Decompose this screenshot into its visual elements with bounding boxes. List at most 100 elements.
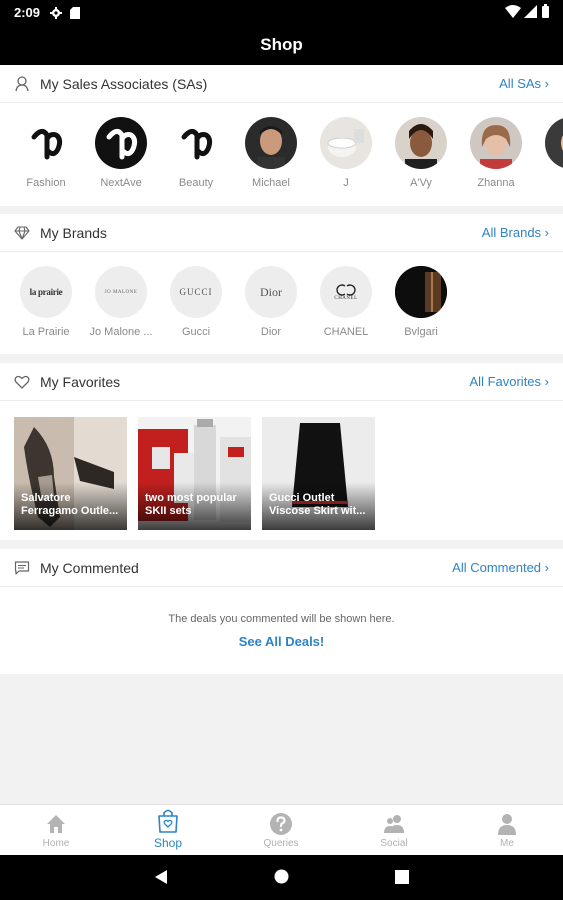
sa-name: Beauty — [178, 177, 214, 189]
brand-logo: CHANEL — [320, 266, 372, 318]
tab-home[interactable]: Home — [0, 805, 112, 856]
brands-section: My Brands All Brands › la prairie La Pra… — [0, 214, 563, 354]
tab-me[interactable]: Me — [451, 805, 563, 856]
brand-logo-text: la prairie — [29, 287, 63, 297]
avatar — [170, 117, 222, 169]
brand-item-jo-malone[interactable]: JO MALONE Jo Malone ... — [83, 266, 159, 338]
brand-logo — [395, 266, 447, 318]
brand-item-chanel[interactable]: CHANEL CHANEL — [308, 266, 384, 338]
avatar — [470, 117, 522, 169]
status-time: 2:09 — [14, 5, 41, 20]
favorites-title: My Favorites — [40, 374, 121, 390]
brand-logo-text: CHANEL — [334, 295, 358, 301]
question-icon — [269, 812, 293, 836]
sa-name: A'Vy — [410, 177, 432, 189]
sa-name: Fashion — [26, 177, 66, 189]
tab-shop[interactable]: Shop — [112, 805, 224, 856]
favorite-title: Salvatore Ferragamo Outle... — [21, 492, 119, 517]
favorite-card[interactable]: Gucci Outlet Viscose Skirt wit... — [262, 417, 375, 530]
tab-social[interactable]: Social — [338, 805, 450, 856]
avatar — [20, 117, 72, 169]
brand-logo: Dior — [245, 266, 297, 318]
back-icon[interactable] — [154, 869, 168, 890]
tab-label: Queries — [263, 838, 299, 849]
all-favorites-link[interactable]: All Favorites › — [470, 374, 549, 389]
favorite-card[interactable]: two most popular SKII sets — [138, 417, 251, 530]
brands-list: la prairie La Prairie JO MALONE Jo Malon… — [0, 252, 563, 357]
app-bar: Shop — [0, 24, 563, 65]
commented-title: My Commented — [40, 560, 139, 576]
bottom-nav: Home Shop Queries Social Me — [0, 804, 563, 855]
all-sas-link[interactable]: All SAs › — [499, 76, 549, 91]
sa-name: Di — [533, 177, 563, 189]
all-commented-link[interactable]: All Commented › — [452, 560, 549, 575]
favorite-title: Gucci Outlet Viscose Skirt wit... — [269, 492, 366, 517]
tab-label: Me — [500, 838, 514, 849]
commented-section: My Commented All Commented › The deals y… — [0, 549, 563, 674]
sd-card-icon — [70, 6, 80, 24]
person-icon — [495, 812, 519, 836]
sa-item-j[interactable]: J — [308, 117, 384, 189]
associate-person-icon — [14, 76, 30, 92]
favorites-section: My Favorites All Favorites › Salvatore F… — [0, 363, 563, 540]
favorite-card[interactable]: Salvatore Ferragamo Outle... — [14, 417, 127, 530]
brands-title: My Brands — [40, 225, 107, 241]
brand-item-la-prairie[interactable]: la prairie La Prairie — [8, 266, 84, 338]
bvlgari-photo — [395, 266, 447, 318]
sa-name: NextAve — [100, 177, 142, 189]
avatar — [395, 117, 447, 169]
brand-logo: GUCCI — [170, 266, 222, 318]
avatar — [545, 117, 563, 169]
tab-label: Shop — [153, 836, 183, 850]
sa-item-nextave[interactable]: NextAve — [83, 117, 159, 189]
favorite-title: two most popular SKII sets — [145, 492, 237, 517]
people-icon — [382, 812, 406, 836]
brand-name: CHANEL — [323, 326, 369, 338]
settings-gear-icon — [50, 6, 62, 24]
diamond-icon — [14, 225, 30, 241]
brand-logo-text: JO MALONE — [104, 289, 138, 295]
brand-name: Dior — [260, 326, 282, 338]
brands-header: My Brands All Brands › — [0, 214, 563, 252]
sales-associates-header: My Sales Associates (SAs) All SAs › — [0, 65, 563, 103]
chanel-cc-icon — [336, 283, 356, 296]
sales-associates-list: Fashion NextAve Beauty Michael J A'Vy Zh… — [0, 103, 563, 208]
system-nav-bar — [0, 855, 563, 900]
brand-logo: la prairie — [20, 266, 72, 318]
sa-item-beauty[interactable]: Beauty — [158, 117, 234, 189]
favorites-header: My Favorites All Favorites › — [0, 363, 563, 401]
home-icon — [44, 812, 68, 836]
battery-icon — [542, 4, 549, 23]
sa-item-michael[interactable]: Michael — [233, 117, 309, 189]
status-bar: 2:09 — [0, 0, 563, 24]
sa-item-fashion[interactable]: Fashion — [8, 117, 84, 189]
cell-signal-icon — [524, 5, 537, 23]
recents-square-icon[interactable] — [395, 870, 409, 889]
brand-logo-text: GUCCI — [179, 287, 213, 297]
sa-name: Zhanna — [477, 177, 515, 189]
avatar — [245, 117, 297, 169]
comment-icon — [14, 560, 30, 576]
sa-item-zhanna[interactable]: Zhanna — [458, 117, 534, 189]
brand-item-bvlgari[interactable]: Bvlgari — [383, 266, 459, 338]
sa-item-di[interactable]: Di — [533, 117, 563, 189]
tab-label: Social — [380, 838, 408, 849]
sales-associates-section: My Sales Associates (SAs) All SAs › Fash… — [0, 65, 563, 206]
avatar — [95, 117, 147, 169]
brand-item-dior[interactable]: Dior Dior — [233, 266, 309, 338]
app-screen: 2:09 Shop My Sales Associates (SAs) All … — [0, 0, 563, 900]
brand-logo-text: Dior — [260, 284, 282, 299]
commented-empty-text: The deals you commented will be shown he… — [168, 613, 395, 625]
home-circle-icon[interactable] — [274, 869, 289, 889]
sa-item-avy[interactable]: A'Vy — [383, 117, 459, 189]
tab-queries[interactable]: Queries — [225, 805, 337, 856]
brand-item-gucci[interactable]: GUCCI Gucci — [158, 266, 234, 338]
brand-name: Jo Malone ... — [89, 326, 153, 338]
sa-name: Michael — [252, 177, 290, 189]
sales-associates-title: My Sales Associates (SAs) — [40, 76, 208, 92]
see-all-deals-button[interactable]: See All Deals! — [0, 634, 563, 649]
brand-name: Bvlgari — [404, 326, 438, 338]
all-brands-link[interactable]: All Brands › — [482, 225, 549, 240]
page-title: Shop — [260, 35, 303, 54]
brand-name: La Prairie — [22, 326, 70, 338]
